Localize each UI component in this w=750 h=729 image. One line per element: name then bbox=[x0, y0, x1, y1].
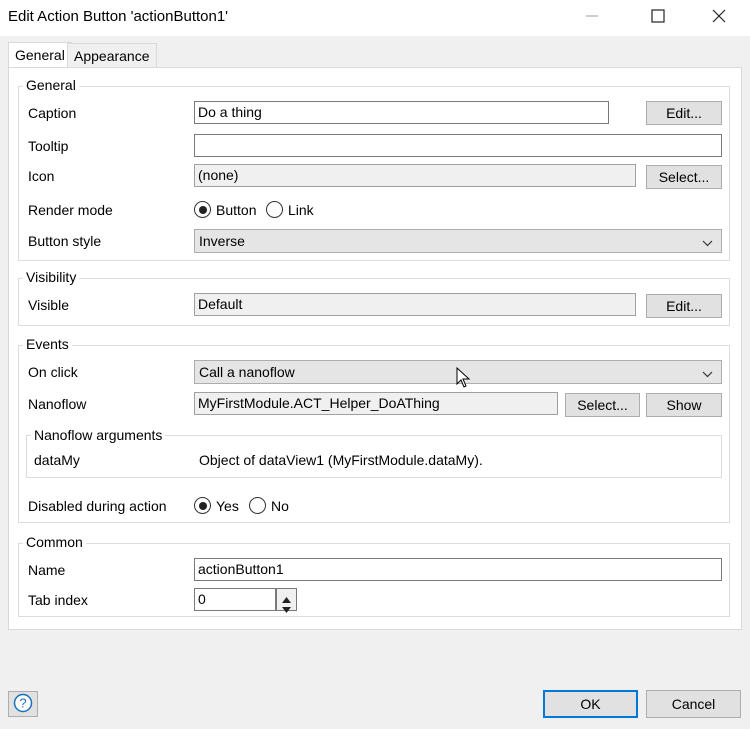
caption-label: Caption bbox=[28, 105, 77, 121]
button-style-label: Button style bbox=[28, 233, 102, 249]
visible-field: Default bbox=[194, 293, 636, 316]
maximize-button[interactable] bbox=[635, 0, 681, 34]
caption-input[interactable]: Do a thing bbox=[194, 101, 609, 124]
disabled-yes-label: Yes bbox=[216, 498, 239, 514]
close-button[interactable] bbox=[696, 0, 742, 34]
button-style-select[interactable]: Inverse bbox=[194, 229, 722, 253]
ok-button[interactable]: OK bbox=[543, 690, 638, 718]
minimize-icon bbox=[586, 9, 598, 25]
tab-index-input[interactable]: 0 bbox=[194, 588, 276, 611]
help-icon: ? bbox=[13, 693, 33, 716]
tab-general[interactable]: General bbox=[8, 42, 72, 68]
chevron-down-icon bbox=[702, 366, 713, 382]
disabled-no-label: No bbox=[271, 498, 289, 514]
nanoflow-select-button[interactable]: Select... bbox=[565, 393, 640, 417]
title-bar: Edit Action Button 'actionButton1' bbox=[0, 0, 750, 36]
close-icon bbox=[712, 9, 726, 26]
icon-select-button[interactable]: Select... bbox=[646, 165, 722, 189]
disabled-no-radio[interactable] bbox=[249, 497, 266, 514]
svg-text:?: ? bbox=[19, 695, 26, 710]
on-click-value: Call a nanoflow bbox=[199, 364, 295, 380]
group-title-events: Events bbox=[23, 336, 72, 352]
help-button[interactable]: ? bbox=[8, 691, 38, 717]
name-input[interactable]: actionButton1 bbox=[194, 558, 722, 581]
window-title: Edit Action Button 'actionButton1' bbox=[8, 8, 229, 25]
group-title-general: General bbox=[23, 77, 79, 93]
mouse-cursor-icon bbox=[456, 366, 472, 392]
disabled-during-action-label: Disabled during action bbox=[28, 498, 167, 514]
disabled-yes-radio[interactable] bbox=[194, 497, 211, 514]
visible-label: Visible bbox=[28, 297, 69, 313]
caption-edit-button[interactable]: Edit... bbox=[646, 101, 722, 125]
render-mode-link-label: Link bbox=[288, 202, 314, 218]
tab-index-label: Tab index bbox=[28, 592, 88, 608]
tab-index-stepper[interactable] bbox=[276, 588, 297, 613]
icon-label: Icon bbox=[28, 168, 55, 184]
render-mode-link-radio[interactable] bbox=[266, 201, 283, 218]
name-label: Name bbox=[28, 562, 66, 578]
maximize-icon bbox=[651, 8, 665, 26]
nanoflow-show-button[interactable]: Show bbox=[646, 393, 722, 417]
nanoflow-field: MyFirstModule.ACT_Helper_DoAThing bbox=[194, 392, 558, 415]
chevron-down-icon bbox=[702, 235, 713, 251]
render-mode-button-radio[interactable] bbox=[194, 201, 211, 218]
on-click-label: On click bbox=[28, 364, 78, 380]
chevron-down-icon[interactable] bbox=[281, 601, 292, 617]
button-style-value: Inverse bbox=[199, 233, 245, 249]
tooltip-label: Tooltip bbox=[28, 138, 69, 154]
render-mode-button-label: Button bbox=[216, 202, 257, 218]
cancel-button[interactable]: Cancel bbox=[646, 690, 741, 718]
render-mode-label: Render mode bbox=[28, 202, 113, 218]
nanoflow-label: Nanoflow bbox=[28, 396, 87, 412]
argument-name: dataMy bbox=[34, 452, 80, 468]
minimize-button[interactable] bbox=[569, 0, 615, 34]
argument-value: Object of dataView1 (MyFirstModule.dataM… bbox=[199, 452, 483, 468]
group-title-common: Common bbox=[23, 534, 86, 550]
tab-appearance[interactable]: Appearance bbox=[67, 43, 157, 67]
visible-edit-button[interactable]: Edit... bbox=[646, 294, 722, 318]
group-title-nanoflow-arguments: Nanoflow arguments bbox=[31, 427, 166, 443]
icon-field: (none) bbox=[194, 164, 636, 187]
group-title-visibility: Visibility bbox=[23, 269, 80, 285]
tooltip-input[interactable] bbox=[194, 134, 722, 157]
